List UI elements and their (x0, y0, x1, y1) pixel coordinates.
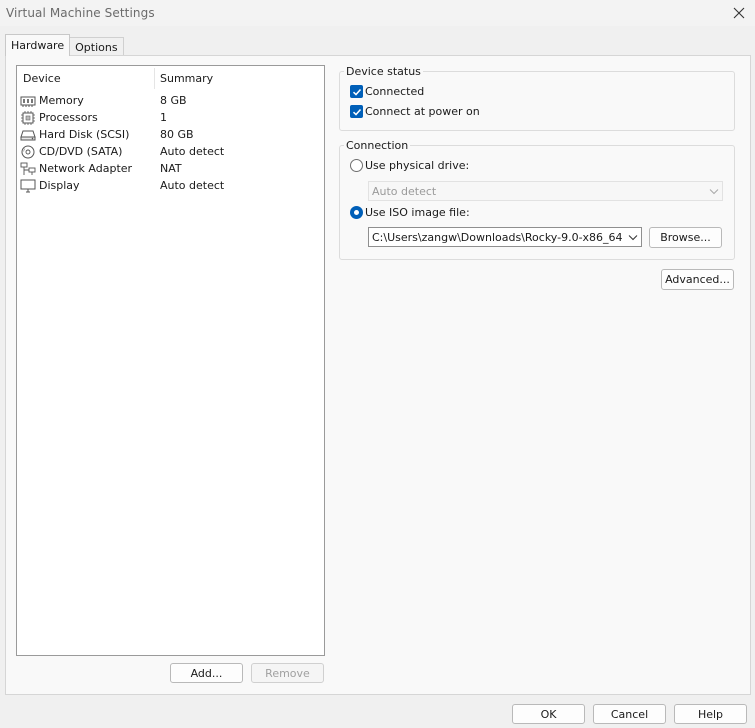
device-summary: NAT (160, 162, 182, 175)
tab-hardware[interactable]: Hardware (5, 34, 71, 56)
use-physical-drive-label[interactable]: Use physical drive: (365, 159, 469, 172)
connect-at-power-on-label[interactable]: Connect at power on (365, 105, 480, 118)
checkmark-icon (352, 108, 361, 116)
connection-title: Connection (344, 139, 411, 152)
iso-image-path-combo[interactable]: C:\Users\zangw\Downloads\Rocky-9.0-x86_6… (368, 227, 642, 247)
device-list-header: Device Summary (17, 66, 324, 91)
network-adapter-icon (20, 162, 36, 176)
cd-dvd-icon (20, 145, 36, 159)
chevron-down-icon (706, 182, 722, 200)
device-status-title: Device status (344, 65, 423, 78)
tab-strip: Hardware Options (5, 34, 124, 56)
device-summary: 8 GB (160, 94, 187, 107)
remove-button[interactable]: Remove (251, 663, 324, 683)
cancel-button[interactable]: Cancel (593, 704, 666, 724)
device-row-cd-dvd[interactable]: CD/DVD (SATA) Auto detect (20, 143, 320, 160)
device-name: Memory (39, 94, 84, 107)
device-status-group (339, 71, 735, 131)
connected-checkbox[interactable] (350, 85, 363, 98)
device-summary: 80 GB (160, 128, 194, 141)
window-title: Virtual Machine Settings (6, 6, 155, 20)
device-name: CD/DVD (SATA) (39, 145, 123, 158)
tab-hardware-label: Hardware (11, 39, 65, 52)
device-list[interactable]: Device Summary Memory 8 GB Processors 1 (16, 65, 325, 656)
device-name: Network Adapter (39, 162, 133, 175)
tab-options-label: Options (75, 40, 118, 54)
device-name: Display (39, 179, 80, 192)
column-header-summary[interactable]: Summary (160, 72, 213, 85)
tab-options[interactable]: Options (69, 37, 124, 56)
iso-image-path-value[interactable]: C:\Users\zangw\Downloads\Rocky-9.0-x86_6… (369, 231, 625, 244)
help-button[interactable]: Help (674, 704, 747, 724)
column-divider[interactable] (154, 68, 155, 89)
device-row-memory[interactable]: Memory 8 GB (20, 92, 320, 109)
ok-button[interactable]: OK (512, 704, 585, 724)
device-row-processors[interactable]: Processors 1 (20, 109, 320, 126)
connect-at-power-on-checkbox[interactable] (350, 105, 363, 118)
device-summary: 1 (160, 111, 167, 124)
display-icon (20, 179, 36, 193)
device-row-display[interactable]: Display Auto detect (20, 177, 320, 194)
advanced-button[interactable]: Advanced... (661, 269, 734, 290)
chevron-down-icon[interactable] (625, 228, 641, 246)
close-icon (733, 7, 745, 19)
use-iso-image-radio[interactable] (350, 206, 363, 219)
use-physical-drive-radio[interactable] (350, 159, 363, 172)
device-name: Hard Disk (SCSI) (39, 128, 130, 141)
device-summary: Auto detect (160, 179, 225, 192)
connected-label[interactable]: Connected (365, 85, 424, 98)
use-iso-image-label[interactable]: Use ISO image file: (365, 206, 470, 219)
close-button[interactable] (729, 3, 749, 23)
device-row-network-adapter[interactable]: Network Adapter NAT (20, 160, 320, 177)
processor-icon (20, 110, 36, 125)
device-row-hard-disk[interactable]: Hard Disk (SCSI) 80 GB (20, 126, 320, 143)
add-button[interactable]: Add... (170, 663, 243, 683)
checkmark-icon (352, 88, 361, 96)
browse-button[interactable]: Browse... (649, 227, 722, 248)
device-summary: Auto detect (160, 145, 225, 158)
memory-icon (20, 94, 36, 108)
device-name: Processors (39, 111, 98, 124)
physical-drive-value: Auto detect (372, 184, 437, 198)
column-header-device[interactable]: Device (23, 72, 61, 85)
title-bar: Virtual Machine Settings (0, 0, 755, 26)
physical-drive-select[interactable]: Auto detect (368, 181, 723, 201)
hard-disk-icon (20, 128, 36, 142)
